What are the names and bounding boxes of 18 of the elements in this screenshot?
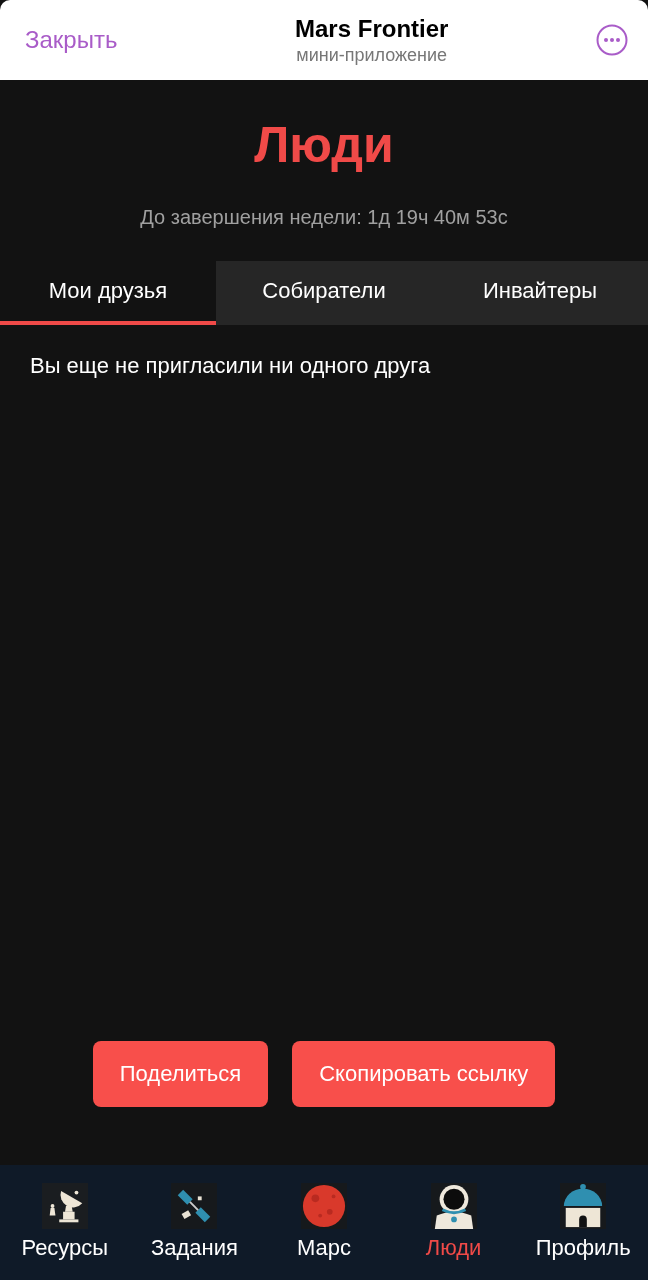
observatory-icon (560, 1183, 607, 1229)
close-link[interactable]: Закрыть (25, 26, 118, 54)
planet-icon (301, 1183, 347, 1229)
more-icon[interactable] (596, 24, 628, 56)
astronaut-icon (430, 1183, 477, 1229)
tab[interactable]: Мои друзья (0, 261, 216, 325)
empty-message: Вы еще не пригласили ни одного друга (29, 352, 432, 379)
page-title: Люди (253, 116, 395, 175)
nav-item[interactable]: Профиль (523, 1183, 644, 1261)
countdown-text: До завершения недели: 1д 19ч 40м 53с (139, 206, 509, 229)
app-title: Mars Frontier (295, 14, 449, 43)
nav-item[interactable]: Задания (134, 1183, 255, 1261)
satellite-icon (171, 1183, 218, 1229)
nav-item[interactable]: Люди (393, 1183, 514, 1261)
satellite-dish-icon (41, 1183, 88, 1229)
nav-item[interactable]: Марс (264, 1183, 384, 1261)
app-subtitle: мини-приложение (296, 44, 448, 66)
nav-item[interactable]: Ресурсы (4, 1183, 125, 1261)
